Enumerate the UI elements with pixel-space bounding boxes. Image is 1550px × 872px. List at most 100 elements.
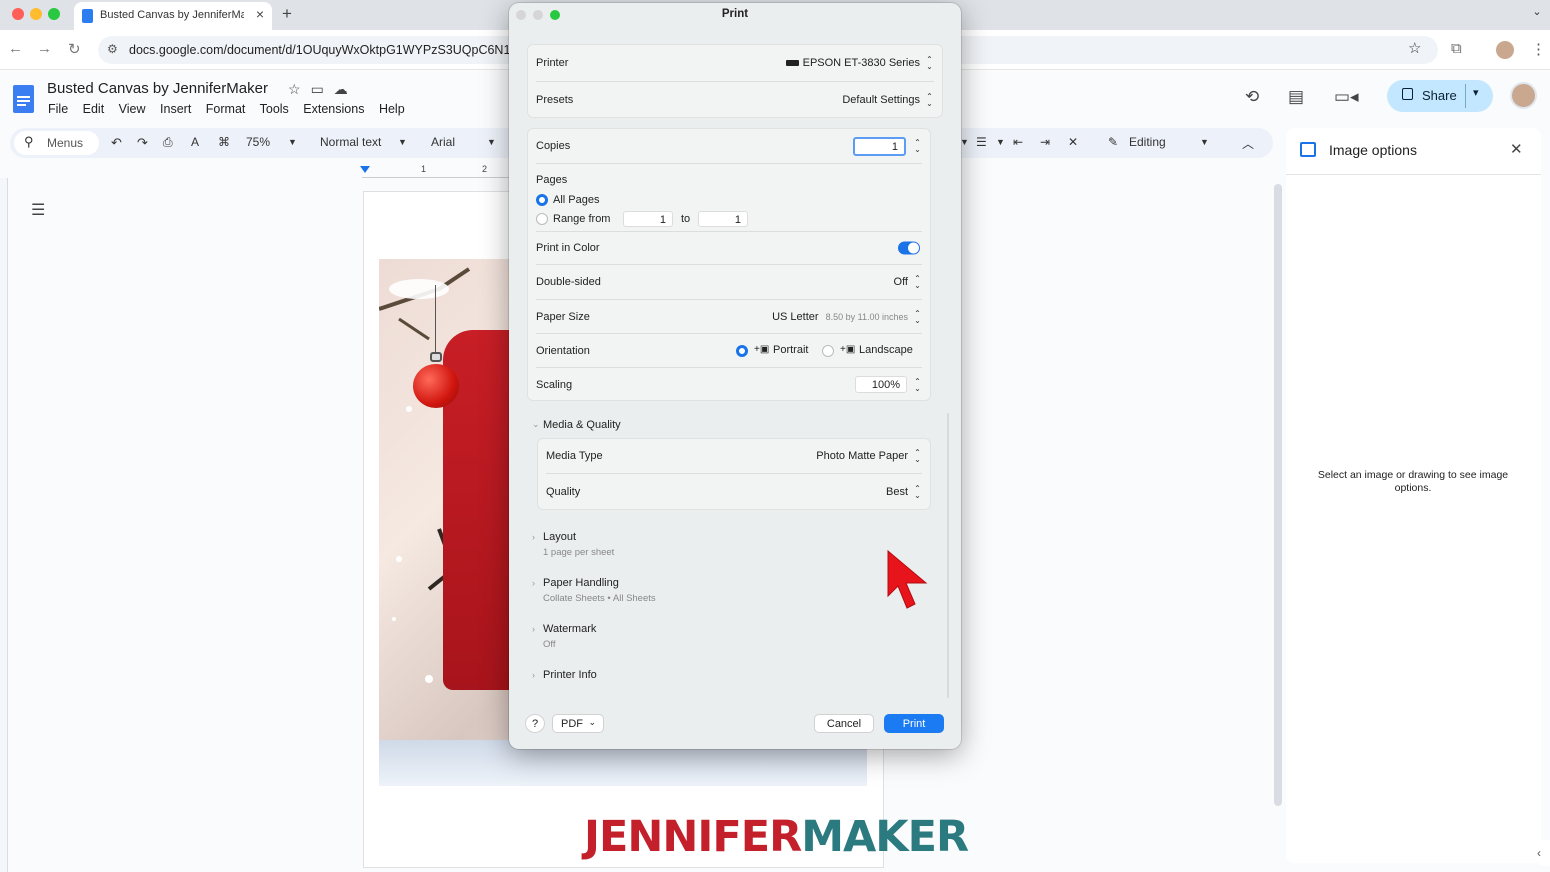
media-quality-chevron-icon[interactable]: ⌄ — [532, 419, 540, 430]
share-dropdown-icon[interactable]: ▾ — [1473, 86, 1479, 99]
bookmark-star-icon[interactable]: ☆ — [1408, 39, 1421, 57]
user-avatar[interactable] — [1510, 82, 1537, 109]
paint-format-icon[interactable]: ⌘ — [218, 135, 230, 149]
close-window-button[interactable] — [12, 8, 24, 20]
extensions-icon[interactable]: ⧉ — [1451, 40, 1462, 57]
paper-size-select[interactable]: US Letter 8.50 by 11.00 inches — [772, 311, 908, 323]
zoom-select[interactable]: 75% — [246, 135, 270, 149]
presets-value[interactable]: Default Settings — [842, 94, 920, 106]
scaling-input[interactable]: 100% — [855, 376, 907, 393]
document-outline-icon[interactable]: ☰ — [31, 200, 45, 220]
browser-profile-avatar[interactable] — [1496, 41, 1514, 59]
zoom-chevron-icon[interactable]: ▼ — [288, 137, 297, 147]
copies-stepper-icon[interactable]: ⌃ ⌄ — [913, 139, 922, 154]
paper-handling-section[interactable]: Paper Handling Collate Sheets • All Shee… — [543, 577, 656, 604]
version-history-icon[interactable]: ⟲ — [1245, 87, 1259, 107]
close-panel-icon[interactable]: ✕ — [1510, 140, 1523, 158]
tab-search-chevron-icon[interactable]: ⌄ — [1528, 5, 1546, 23]
portrait-radio[interactable] — [736, 345, 748, 357]
range-from-input[interactable]: 1 — [623, 211, 673, 227]
decrease-indent-icon[interactable]: ⇤ — [1013, 135, 1023, 149]
spellcheck-icon[interactable]: A — [191, 135, 199, 149]
editing-mode-select[interactable]: Editing — [1129, 135, 1166, 149]
menu-format[interactable]: Format — [206, 102, 246, 116]
print-button[interactable]: Print — [884, 714, 944, 733]
star-icon[interactable]: ☆ — [288, 81, 311, 97]
menu-tools[interactable]: Tools — [260, 102, 289, 116]
double-sided-value[interactable]: Off — [894, 276, 908, 288]
quality-value[interactable]: Best — [886, 486, 908, 498]
docs-logo-icon[interactable] — [13, 85, 34, 113]
menu-help[interactable]: Help — [379, 102, 405, 116]
range-radio[interactable] — [536, 213, 548, 225]
font-select[interactable]: Arial — [431, 135, 455, 149]
new-tab-icon[interactable]: + — [282, 4, 292, 24]
document-title[interactable]: Busted Canvas by JenniferMaker — [47, 80, 268, 97]
print-in-color-toggle[interactable] — [898, 241, 920, 255]
indent-marker-icon[interactable] — [360, 166, 370, 173]
meet-icon[interactable]: ▭◂ — [1334, 87, 1359, 107]
browser-menu-icon[interactable]: ⋮ — [1531, 40, 1546, 58]
printer-updown-icon[interactable]: ⌃ ⌄ — [925, 56, 934, 71]
double-sided-updown-icon[interactable]: ⌃ ⌄ — [913, 275, 922, 290]
print-icon[interactable]: ⎙ — [163, 135, 173, 150]
menu-view[interactable]: View — [119, 102, 146, 116]
undo-icon[interactable]: ↶ — [111, 135, 122, 151]
minimize-window-button[interactable] — [30, 8, 42, 20]
move-folder-icon[interactable]: ▭ — [311, 81, 334, 97]
search-menus[interactable]: ⚲ Menus — [14, 131, 99, 155]
menu-edit[interactable]: Edit — [83, 102, 105, 116]
media-type-value[interactable]: Photo Matte Paper — [816, 450, 908, 462]
paper-handling-chevron-icon[interactable]: › — [532, 578, 535, 588]
quality-updown-icon[interactable]: ⌃ ⌄ — [913, 485, 922, 500]
cancel-button[interactable]: Cancel — [814, 714, 874, 733]
layout-section[interactable]: Layout 1 page per sheet — [543, 531, 614, 558]
clear-formatting-icon[interactable]: ✕ — [1068, 135, 1078, 149]
redo-icon[interactable]: ↷ — [137, 135, 148, 151]
layout-chevron-icon[interactable]: › — [532, 532, 535, 542]
forward-icon[interactable]: → — [37, 40, 52, 57]
media-type-updown-icon[interactable]: ⌃ ⌄ — [913, 449, 922, 464]
presets-updown-icon[interactable]: ⌃ ⌄ — [925, 93, 934, 108]
style-select[interactable]: Normal text — [320, 135, 381, 149]
menu-insert[interactable]: Insert — [160, 102, 191, 116]
mode-chevron-icon[interactable]: ▼ — [1200, 137, 1209, 147]
cloud-saved-icon[interactable]: ☁ — [334, 81, 358, 97]
browser-tab[interactable]: Busted Canvas by JenniferMaker × — [74, 2, 272, 30]
close-tab-icon[interactable]: × — [256, 6, 264, 22]
zoom-window-button[interactable] — [48, 8, 60, 20]
dialog-scrollbar[interactable] — [947, 413, 949, 698]
document-scrollbar[interactable] — [1274, 184, 1282, 806]
copies-input[interactable]: 1 — [853, 137, 906, 156]
double-sided-row[interactable]: Double-sided Off ⌃ ⌄ — [536, 265, 922, 300]
share-button[interactable]: Share ▾ — [1387, 80, 1493, 112]
printer-info-chevron-icon[interactable]: › — [532, 670, 535, 680]
menu-extensions[interactable]: Extensions — [303, 102, 364, 116]
scaling-stepper-icon[interactable]: ⌃ ⌄ — [913, 377, 922, 392]
all-pages-radio[interactable] — [536, 194, 548, 206]
back-icon[interactable]: ← — [8, 40, 23, 57]
pdf-menu-button[interactable]: PDF ⌄ — [552, 714, 604, 733]
font-chevron-icon[interactable]: ▼ — [487, 137, 496, 147]
reload-icon[interactable]: ↻ — [68, 40, 81, 58]
help-button[interactable]: ? — [525, 714, 545, 733]
hide-menus-icon[interactable]: ︿ — [1242, 135, 1254, 152]
numbered-list-chevron-icon[interactable]: ▼ — [996, 137, 1005, 147]
list-chevron-icon[interactable]: ▼ — [960, 137, 969, 147]
menu-file[interactable]: File — [48, 102, 68, 116]
site-info-icon[interactable]: ⚙ — [107, 42, 118, 56]
watermark-chevron-icon[interactable]: › — [532, 624, 535, 634]
range-to-input[interactable]: 1 — [698, 211, 748, 227]
printer-info-section[interactable]: Printer Info — [543, 669, 597, 681]
printer-select[interactable]: EPSON ET-3830 Series — [785, 57, 920, 69]
comments-icon[interactable]: ▤ — [1288, 87, 1304, 107]
presets-row[interactable]: Presets Default Settings ⌃ ⌄ — [536, 82, 934, 118]
landscape-radio[interactable] — [822, 345, 834, 357]
watermark-section[interactable]: Watermark Off — [543, 623, 596, 650]
media-quality-header[interactable]: Media & Quality — [543, 419, 621, 431]
style-chevron-icon[interactable]: ▼ — [398, 137, 407, 147]
quality-row[interactable]: Quality Best ⌃ ⌄ — [546, 474, 922, 510]
printer-row[interactable]: Printer EPSON ET-3830 Series ⌃ ⌄ — [536, 45, 934, 82]
numbered-list-icon[interactable]: ☰ — [976, 135, 987, 149]
paper-size-row[interactable]: Paper Size US Letter 8.50 by 11.00 inche… — [536, 300, 922, 334]
